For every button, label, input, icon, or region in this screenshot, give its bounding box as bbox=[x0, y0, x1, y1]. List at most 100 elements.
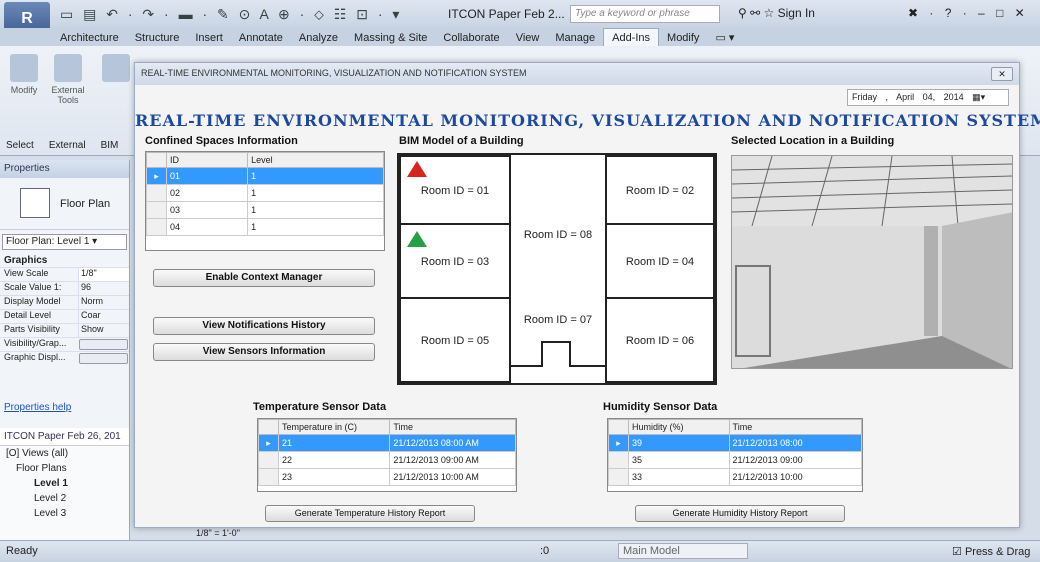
tab-modify[interactable]: Modify bbox=[659, 29, 707, 47]
table-row[interactable]: 33 21/12/2013 10:00 bbox=[608, 468, 862, 486]
bim-addin-button[interactable] bbox=[96, 54, 136, 85]
column-header-time[interactable]: Time bbox=[389, 419, 516, 435]
tab-add-ins[interactable]: Add-Ins bbox=[603, 28, 660, 47]
humidity-grid[interactable]: Humidity (%) Time ▸ 39 21/12/2013 08:00 … bbox=[607, 418, 863, 492]
confined-spaces-grid[interactable]: ID Level ▸ 01 1 02 1 03 1 04 1 bbox=[145, 151, 385, 251]
panel-external[interactable]: External bbox=[43, 138, 92, 153]
tree-floor-plans[interactable]: Floor Plans bbox=[6, 461, 129, 476]
column-header-temperature[interactable]: Temperature in (C) bbox=[277, 419, 391, 435]
ok-triangle-icon[interactable] bbox=[407, 231, 427, 247]
tab-massing-site[interactable]: Massing & Site bbox=[346, 29, 435, 47]
cell-time[interactable]: 21/12/2013 08:00 AM bbox=[389, 434, 516, 452]
view-sensors-information-button[interactable]: View Sensors Information bbox=[153, 343, 375, 361]
cell-humidity[interactable]: 35 bbox=[628, 451, 730, 469]
cell-id[interactable]: 02 bbox=[165, 184, 249, 202]
cell-temperature[interactable]: 21 bbox=[277, 434, 391, 452]
quick-access-toolbar[interactable]: ▭ ▤ ↶ · ↷ · ▬ · ✎ ⊙ A ⊕ · ⬦ ☷ ⊡ · ▾ bbox=[60, 6, 402, 23]
column-header-id[interactable]: ID bbox=[165, 152, 249, 168]
edit-button[interactable] bbox=[79, 339, 128, 350]
prop-value[interactable]: Show bbox=[78, 324, 129, 337]
view-scale-control[interactable]: 1/8" = 1'-0" bbox=[196, 528, 240, 538]
view-notifications-history-button[interactable]: View Notifications History bbox=[153, 317, 375, 335]
prop-label: Visibility/Grap... bbox=[4, 338, 67, 348]
cell-id[interactable]: 04 bbox=[165, 218, 249, 236]
search-input[interactable]: Type a keyword or phrase bbox=[570, 5, 720, 23]
table-row[interactable]: ▸ 01 1 bbox=[146, 167, 384, 185]
room-06[interactable]: Room ID = 06 bbox=[605, 297, 715, 383]
tree-level-2[interactable]: Level 2 bbox=[6, 491, 129, 506]
type-name: Floor Plan bbox=[60, 198, 111, 210]
cell-time[interactable]: 21/12/2013 10:00 bbox=[728, 468, 862, 486]
cell-level[interactable]: 1 bbox=[247, 201, 384, 219]
signin-area[interactable]: ⚲ ⚯ ☆ Sign In bbox=[738, 6, 815, 20]
tab-view[interactable]: View bbox=[508, 29, 548, 47]
tab-contextual[interactable]: ▭ ▾ bbox=[707, 28, 742, 47]
cell-id[interactable]: 03 bbox=[165, 201, 249, 219]
humidity-sensor-title: Humidity Sensor Data bbox=[603, 401, 718, 413]
temperature-grid[interactable]: Temperature in (C) Time ▸ 21 21/12/2013 … bbox=[257, 418, 517, 492]
panel-bim[interactable]: BIM bbox=[95, 138, 125, 153]
cell-time[interactable]: 21/12/2013 09:00 bbox=[728, 451, 862, 469]
table-row[interactable]: 04 1 bbox=[146, 218, 384, 236]
alarm-triangle-icon[interactable] bbox=[407, 161, 427, 177]
edit-button[interactable] bbox=[79, 353, 128, 364]
tab-architecture[interactable]: Architecture bbox=[52, 29, 127, 47]
infocenter-icons[interactable]: ⚲ ⚯ ☆ bbox=[738, 6, 774, 20]
cell-id[interactable]: 01 bbox=[165, 167, 249, 185]
prop-row: Scale Value 1: 96 bbox=[0, 281, 129, 295]
cell-level[interactable]: 1 bbox=[247, 184, 384, 202]
cell-time[interactable]: 21/12/2013 10:00 AM bbox=[389, 468, 516, 486]
tab-structure[interactable]: Structure bbox=[127, 29, 188, 47]
cell-level[interactable]: 1 bbox=[247, 167, 384, 185]
enable-context-manager-button[interactable]: Enable Context Manager bbox=[153, 269, 375, 287]
modify-button[interactable]: Modify bbox=[4, 54, 44, 95]
room-05[interactable]: Room ID = 05 bbox=[399, 297, 511, 383]
column-header-time[interactable]: Time bbox=[728, 419, 862, 435]
external-tools-button[interactable]: External Tools bbox=[48, 54, 88, 105]
cell-humidity[interactable]: 39 bbox=[628, 434, 730, 452]
tab-manage[interactable]: Manage bbox=[547, 29, 603, 47]
generate-humidity-report-button[interactable]: Generate Humidity History Report bbox=[635, 505, 845, 522]
cell-time[interactable]: 21/12/2013 08:00 bbox=[728, 434, 862, 452]
press-drag-toggle[interactable]: ☑ Press & Drag bbox=[952, 545, 1030, 558]
room-08[interactable]: Room ID = 08 bbox=[511, 155, 605, 297]
table-row[interactable]: 35 21/12/2013 09:00 bbox=[608, 451, 862, 469]
room-02[interactable]: Room ID = 02 bbox=[605, 155, 715, 225]
tab-insert[interactable]: Insert bbox=[187, 29, 231, 47]
panel-select[interactable]: Select bbox=[0, 138, 40, 153]
room-04[interactable]: Room ID = 04 bbox=[605, 223, 715, 299]
date-picker[interactable]: Friday , April 04, 2014 ▦▾ bbox=[847, 89, 1009, 106]
table-row[interactable]: ▸ 21 21/12/2013 08:00 AM bbox=[258, 434, 516, 452]
table-row[interactable]: 23 21/12/2013 10:00 AM bbox=[258, 468, 516, 486]
signin-label[interactable]: Sign In bbox=[778, 6, 815, 20]
type-selector-preview[interactable]: Floor Plan bbox=[0, 178, 129, 230]
properties-help-link[interactable]: Properties help bbox=[4, 402, 71, 413]
column-header-humidity[interactable]: Humidity (%) bbox=[628, 419, 730, 435]
tree-level-1[interactable]: Level 1 bbox=[6, 476, 129, 491]
active-model-dropdown[interactable]: Main Model bbox=[618, 543, 748, 559]
dialog-close-button[interactable]: ✕ bbox=[991, 67, 1013, 81]
type-dropdown[interactable]: Floor Plan: Level 1 ▾ bbox=[2, 234, 127, 250]
tab-analyze[interactable]: Analyze bbox=[291, 29, 346, 47]
window-controls[interactable]: ✖ · ? · – □ ✕ bbox=[908, 6, 1029, 20]
prop-value[interactable]: Coar bbox=[78, 310, 129, 323]
prop-value[interactable]: Norm bbox=[78, 296, 129, 309]
prop-value[interactable]: 1/8" bbox=[78, 268, 129, 281]
table-row[interactable]: 02 1 bbox=[146, 184, 384, 202]
table-row[interactable]: 03 1 bbox=[146, 201, 384, 219]
cell-temperature[interactable]: 23 bbox=[277, 468, 391, 486]
tree-level-3[interactable]: Level 3 bbox=[6, 506, 129, 521]
prop-value[interactable]: 96 bbox=[78, 282, 129, 295]
cell-humidity[interactable]: 33 bbox=[628, 468, 730, 486]
cell-time[interactable]: 21/12/2013 09:00 AM bbox=[389, 451, 516, 469]
cell-temperature[interactable]: 22 bbox=[277, 451, 391, 469]
tree-views-all[interactable]: [O] Views (all) bbox=[6, 446, 129, 461]
calendar-icon[interactable]: ▦▾ bbox=[972, 92, 985, 102]
cell-level[interactable]: 1 bbox=[247, 218, 384, 236]
tab-annotate[interactable]: Annotate bbox=[231, 29, 291, 47]
tab-collaborate[interactable]: Collaborate bbox=[435, 29, 507, 47]
table-row[interactable]: 22 21/12/2013 09:00 AM bbox=[258, 451, 516, 469]
generate-temperature-report-button[interactable]: Generate Temperature History Report bbox=[265, 505, 475, 522]
column-header-level[interactable]: Level bbox=[247, 152, 384, 168]
table-row[interactable]: ▸ 39 21/12/2013 08:00 bbox=[608, 434, 862, 452]
